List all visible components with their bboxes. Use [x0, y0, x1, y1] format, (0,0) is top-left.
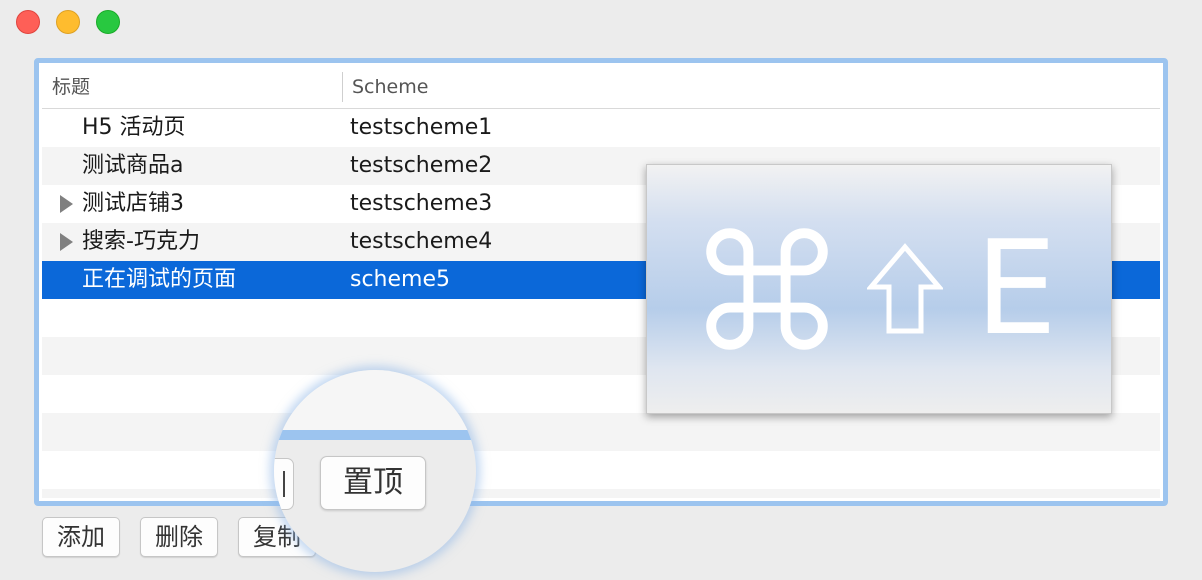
- table-row[interactable]: H5 活动页 testscheme1: [42, 109, 1160, 147]
- magnified-focus-ring: [274, 430, 476, 440]
- window-maximize-button[interactable]: [96, 10, 120, 34]
- window-minimize-button[interactable]: [56, 10, 80, 34]
- row-scheme: testscheme3: [350, 191, 493, 216]
- disclosure-triangle-icon[interactable]: [60, 195, 73, 213]
- empty-row: [42, 451, 1160, 489]
- magnifier-lens: 置顶: [274, 370, 476, 572]
- empty-row: [42, 489, 1160, 498]
- row-scheme: testscheme4: [350, 229, 493, 254]
- window-close-button[interactable]: [16, 10, 40, 34]
- row-title: H5 活动页: [82, 115, 186, 140]
- column-header-title[interactable]: 标题: [52, 66, 90, 108]
- shift-icon: [867, 243, 943, 334]
- pin-top-button[interactable]: 置顶: [320, 456, 426, 510]
- command-icon: [706, 228, 828, 350]
- column-divider[interactable]: [342, 72, 343, 102]
- empty-row: [42, 413, 1160, 451]
- row-scheme: scheme5: [350, 267, 450, 292]
- magnified-table-bottom: [274, 370, 476, 430]
- disclosure-triangle-icon[interactable]: [60, 233, 73, 251]
- row-title: 正在调试的页面: [82, 267, 237, 292]
- row-scheme: testscheme2: [350, 153, 493, 178]
- add-button[interactable]: 添加: [42, 517, 120, 557]
- column-header-scheme[interactable]: Scheme: [352, 66, 428, 108]
- delete-button[interactable]: 删除: [140, 517, 218, 557]
- row-title: 测试商品a: [82, 153, 184, 178]
- row-title: 搜索-巧克力: [82, 229, 200, 254]
- button-edge: [283, 471, 285, 497]
- row-title: 测试店铺3: [82, 191, 184, 216]
- table-header: 标题 Scheme: [42, 66, 1160, 109]
- key-e-label: E: [975, 212, 1058, 364]
- row-scheme: testscheme1: [350, 115, 493, 140]
- magnified-copy-button-fragment: [274, 458, 294, 510]
- keyboard-shortcut-hud: E: [646, 164, 1112, 414]
